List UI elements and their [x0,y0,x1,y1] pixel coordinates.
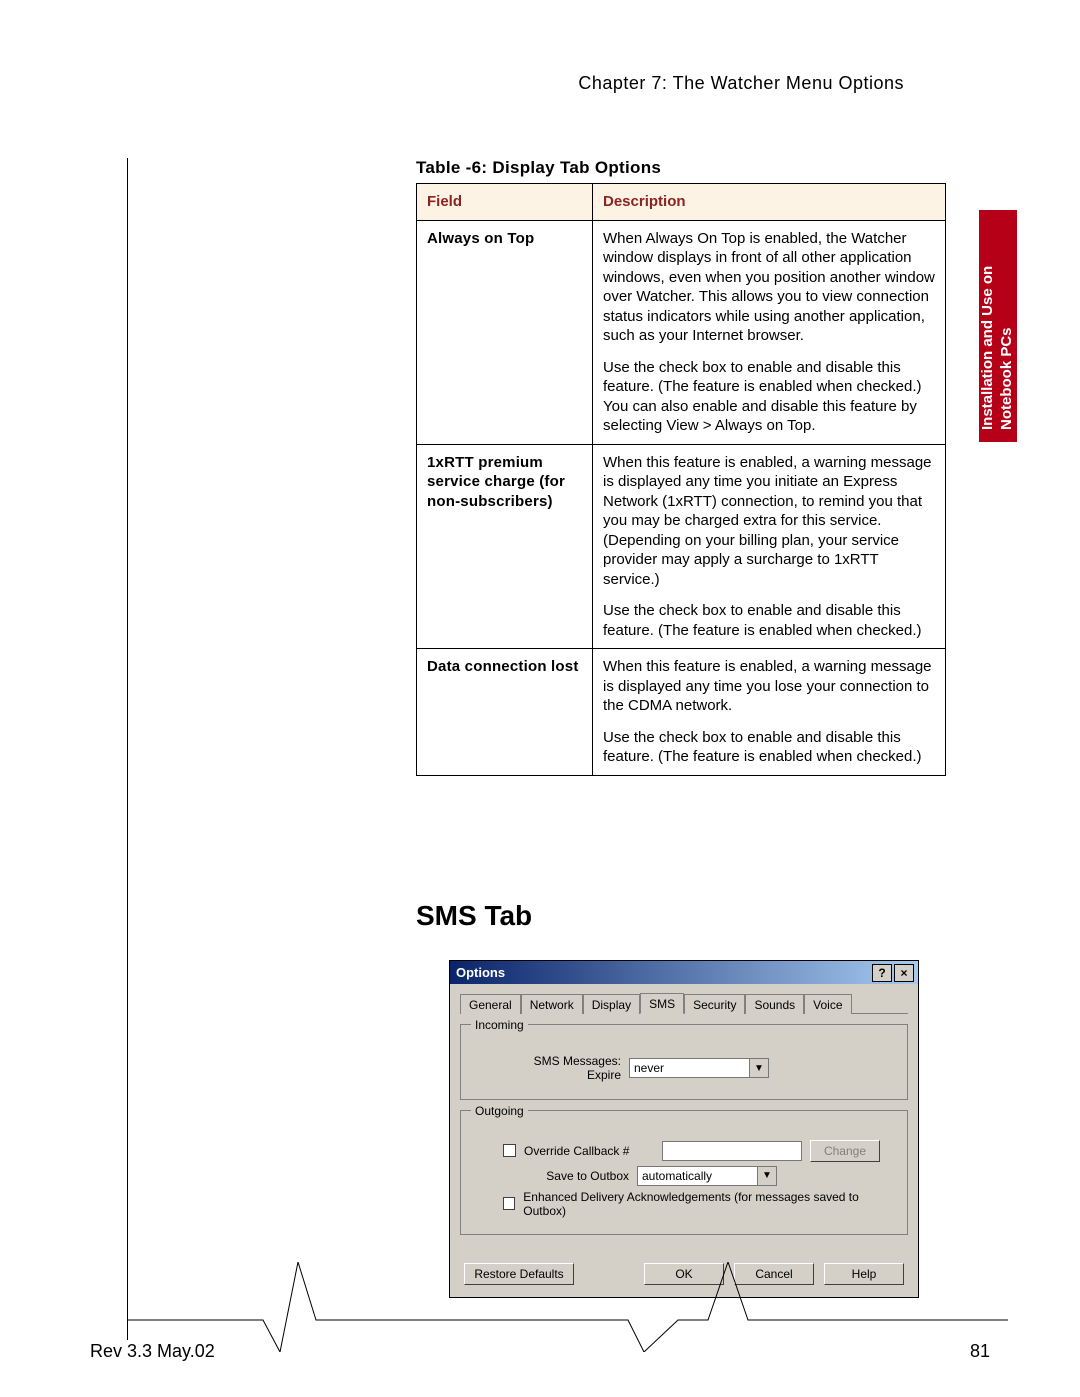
chapter-header: Chapter 7: The Watcher Menu Options [578,73,904,94]
section-heading-sms: SMS Tab [416,900,532,932]
table-row: Always on Top When Always On Top is enab… [417,220,946,444]
expire-select[interactable]: never ▼ [629,1058,769,1078]
options-dialog: Options ? × General Network Display SMS … [449,960,919,1298]
display-options-table: Field Description Always on Top When Alw… [416,183,946,776]
footer-revision: Rev 3.3 May.02 [90,1341,215,1362]
table-caption: Table -6: Display Tab Options [416,158,661,178]
decorative-wave [128,1262,1008,1352]
col-description: Description [593,184,946,221]
section-side-tab: Installation and Use on Notebook PCs [979,210,1017,442]
save-outbox-select[interactable]: automatically ▼ [637,1166,777,1186]
tab-network[interactable]: Network [521,994,583,1014]
table-row: 1xRTT premium service charge (for non-su… [417,444,946,649]
incoming-legend: Incoming [471,1018,528,1032]
incoming-group: Incoming SMS Messages: Expire never ▼ [460,1024,908,1100]
field-cell: Data connection lost [417,649,593,776]
table-row: Data connection lost When this feature i… [417,649,946,776]
field-cell: Always on Top [417,220,593,444]
dialog-tabs: General Network Display SMS Security Sou… [460,992,908,1014]
enhanced-ack-label: Enhanced Delivery Acknowledgements (for … [523,1190,897,1218]
desc-cell: When this feature is enabled, a warning … [593,649,946,776]
tab-sms[interactable]: SMS [640,993,684,1014]
tab-display[interactable]: Display [583,994,640,1014]
chevron-down-icon: ▼ [757,1167,776,1185]
enhanced-ack-checkbox[interactable] [503,1197,516,1210]
incoming-label: SMS Messages: Expire [471,1054,621,1083]
margin-rule [127,158,128,1340]
outgoing-legend: Outgoing [471,1104,528,1118]
change-button[interactable]: Change [810,1140,880,1162]
close-icon[interactable]: × [894,964,914,982]
help-icon[interactable]: ? [872,964,892,982]
field-cell: 1xRTT premium service charge (for non-su… [417,444,593,649]
chevron-down-icon: ▼ [749,1059,768,1077]
dialog-titlebar: Options ? × [450,961,918,984]
desc-cell: When this feature is enabled, a warning … [593,444,946,649]
outgoing-group: Outgoing Override Callback # Change Save… [460,1110,908,1235]
footer-page-number: 81 [970,1341,990,1362]
tab-sounds[interactable]: Sounds [745,994,804,1014]
override-callback-label: Override Callback # [524,1144,654,1158]
override-callback-input[interactable] [662,1141,802,1161]
tab-security[interactable]: Security [684,994,745,1014]
dialog-title: Options [456,965,505,980]
tab-general[interactable]: General [460,994,521,1014]
desc-cell: When Always On Top is enabled, the Watch… [593,220,946,444]
save-outbox-label: Save to Outbox [471,1169,629,1183]
override-callback-checkbox[interactable] [503,1144,516,1157]
col-field: Field [417,184,593,221]
tab-voice[interactable]: Voice [804,994,851,1014]
